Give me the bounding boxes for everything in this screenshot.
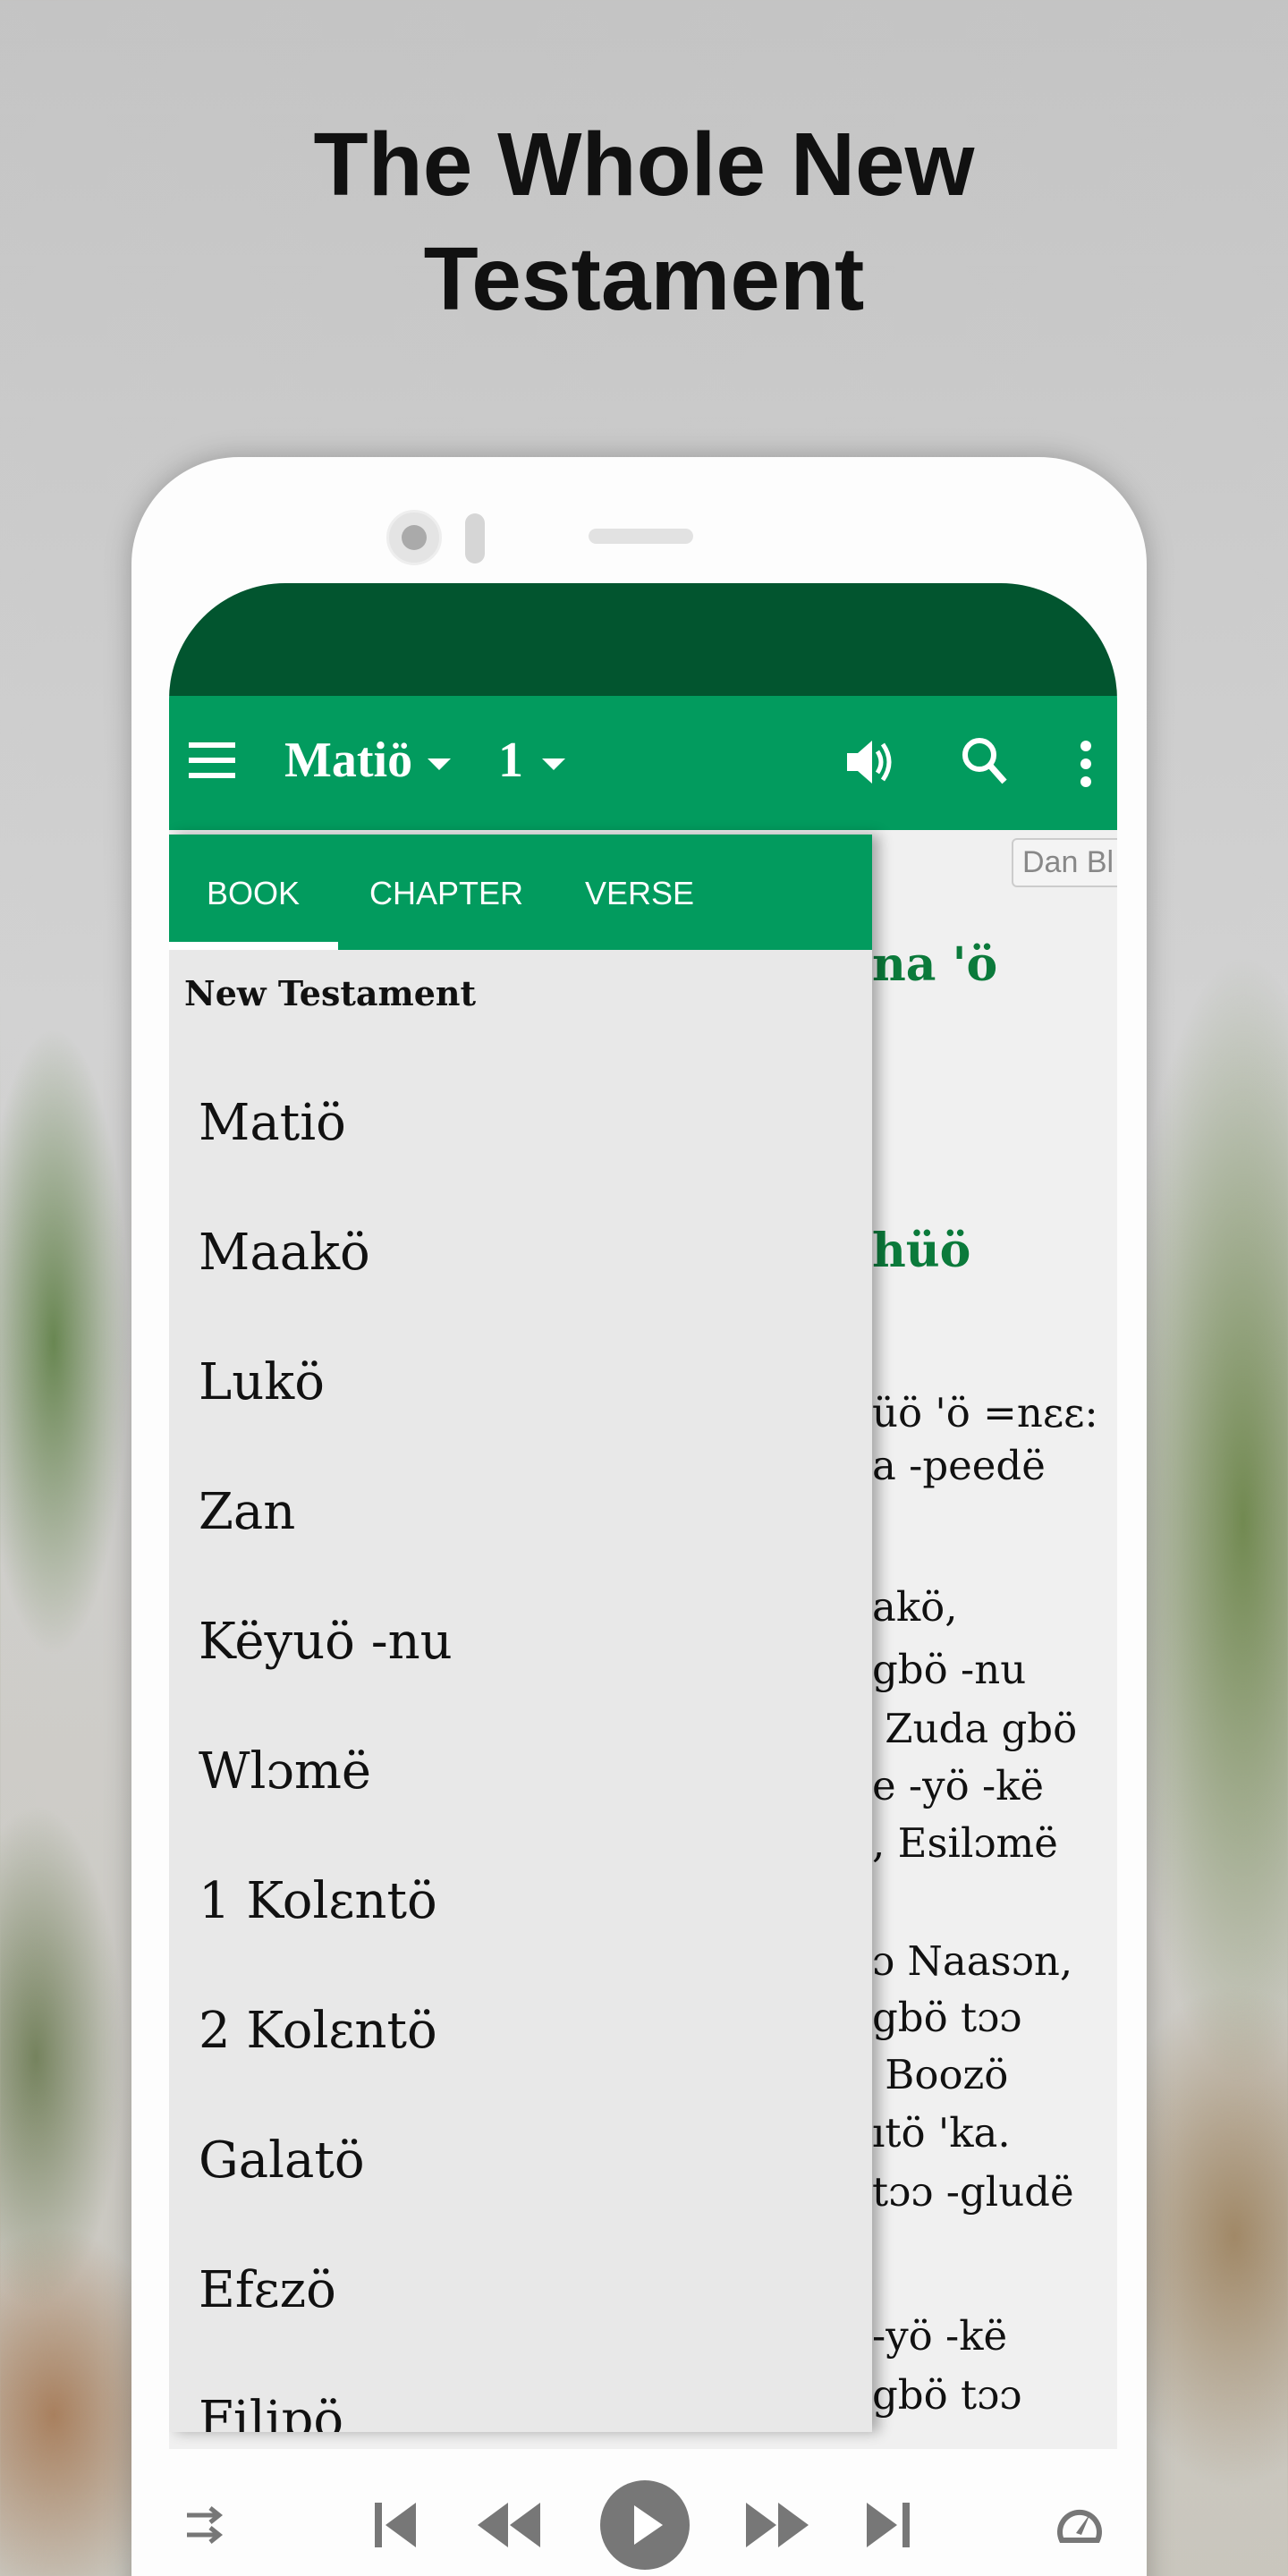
more-vert-icon[interactable] [1080, 741, 1091, 787]
audio-player-bar [169, 2449, 1117, 2576]
chapter-content: Dan Bl na 'ö hüö üö 'ö =nɛɛ: a -peedë ak… [872, 830, 1117, 2449]
tab-chapter[interactable]: CHAPTER [369, 875, 523, 912]
book-item[interactable]: Maakö [199, 1224, 370, 1282]
verse-line: e -yö -kë [872, 1762, 1045, 1809]
play-icon[interactable] [600, 2480, 690, 2570]
version-button[interactable]: Dan Bl [1012, 838, 1117, 887]
verse-line: Zuda gbö [872, 1705, 1078, 1752]
book-item[interactable]: 1 Kolɛntö [199, 1872, 437, 1930]
menu-icon[interactable] [189, 742, 235, 778]
verse-line: , Esilɔmë [872, 1819, 1058, 1867]
skip-next-icon[interactable] [867, 2503, 910, 2547]
skip-previous-icon[interactable] [375, 2503, 418, 2547]
promo-title-line1: The Whole New [313, 114, 975, 215]
tab-verse[interactable]: VERSE [585, 875, 694, 912]
verse-line: gbö -nu [872, 1646, 1027, 1693]
book-item[interactable]: 2 Kolɛntö [199, 2002, 437, 2060]
book-item[interactable]: Efɛzö [199, 2261, 336, 2319]
rewind-icon[interactable] [478, 2503, 542, 2547]
sensor-icon [465, 513, 485, 564]
verse-line: gbö tɔɔ [872, 1994, 1022, 2041]
book-item[interactable]: Filipö [199, 2391, 343, 2432]
verse-line: -yö -kë [872, 2312, 1008, 2360]
speed-icon[interactable] [1055, 2501, 1105, 2547]
verse-line: a -peedë [872, 1442, 1046, 1489]
verse-line: gbö tɔɔ [872, 2371, 1022, 2419]
volume-icon[interactable] [843, 735, 894, 789]
book-selector[interactable]: Matiö [284, 732, 412, 789]
book-item[interactable]: Wlɔmë [199, 1742, 371, 1801]
verse-line: akö, [872, 1583, 958, 1631]
promo-title-line2: Testament [423, 229, 865, 329]
verse-line: üö 'ö =nɛɛ: [872, 1389, 1098, 1436]
toolbar: Matiö 1 [169, 696, 1117, 830]
verse-line: ıtö 'ka. [872, 2109, 1011, 2157]
tab-book[interactable]: BOOK [207, 875, 300, 912]
shuffle-icon[interactable] [187, 2503, 228, 2547]
chapter-selector[interactable]: 1 [498, 732, 523, 789]
search-icon[interactable] [960, 735, 1008, 789]
verse-line: ɔ Naasɔn, [872, 1937, 1073, 1985]
verse-line: Boozö [872, 2051, 1009, 2098]
tab-bar: BOOK CHAPTER VERSE [169, 835, 872, 950]
book-dropdown-icon[interactable] [428, 758, 451, 770]
book-item[interactable]: Galatö [199, 2131, 365, 2190]
app-screen: Matiö 1 Dan Bl na 'ö hüö üö 'ö =nɛɛ: a -… [169, 583, 1117, 2576]
book-item[interactable]: Lukö [199, 1353, 325, 1411]
section-heading: hüö [872, 1224, 971, 1278]
camera-icon [386, 510, 442, 565]
section-title: New Testament [184, 973, 477, 1013]
verse-line: tɔɔ -gludë [872, 2168, 1074, 2216]
chapter-dropdown-icon[interactable] [542, 758, 565, 770]
status-bar [169, 583, 1117, 696]
active-tab-indicator [169, 942, 338, 950]
section-heading: na 'ö [872, 937, 998, 992]
book-item[interactable]: Matiö [199, 1094, 346, 1152]
book-chooser-drawer: BOOK CHAPTER VERSE New Testament Matiö M… [169, 835, 872, 2432]
fast-forward-icon[interactable] [746, 2503, 810, 2547]
book-item[interactable]: Zan [199, 1483, 295, 1541]
speaker-grille [589, 529, 693, 544]
book-item[interactable]: Këyuö -nu [199, 1613, 453, 1671]
